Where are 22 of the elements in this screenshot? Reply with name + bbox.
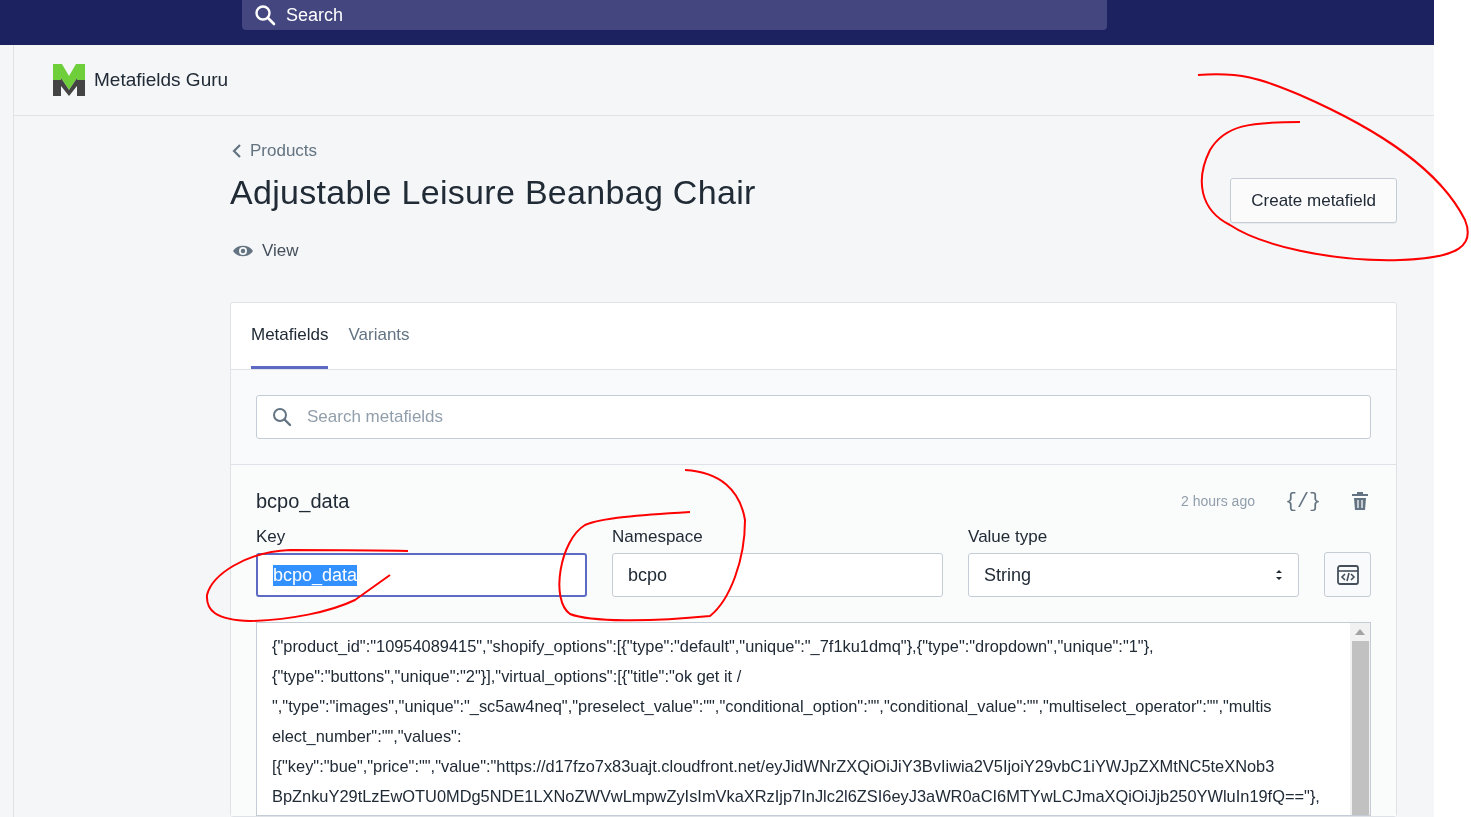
- view-link[interactable]: View: [232, 241, 299, 261]
- app-name: Metafields Guru: [94, 69, 229, 91]
- search-field[interactable]: Search metafields: [256, 395, 1371, 439]
- tab[interactable]: Variants: [348, 303, 410, 369]
- page-title: Adjustable Leisure Beanbag Chair: [230, 173, 756, 212]
- value-text-line: [{"key":"bue","price":"","value":"https://d17fzo7x83uajt.cloudfront.net/eyJidWNrZXQiOiJiY3BvIiwia2V5IjoiY29vbC1iYWJpZXMtNC5teXNob3: [272, 756, 1276, 777]
- value-text-line: elect_number":"","values":: [272, 726, 463, 747]
- field-label: Value type: [968, 527, 1048, 547]
- breadcrumb-link[interactable]: Products: [232, 141, 756, 161]
- field-label: Namespace: [612, 527, 703, 547]
- value-text-line: {"product_id":"10954089415","shopify_options":[{"type":"default","unique":"_7f1ku1dmq"},{"type":"dropdown","unique":"1"},: [272, 636, 1155, 657]
- value-text-line: ","type":"images","unique":"_sc5aw4neq","preselect_value":"","conditional_option":"","conditional_value":"","multiselect_operator":"","multis: [272, 696, 1273, 717]
- field-label: Key: [256, 527, 286, 547]
- input-field[interactable]: bcpo: [612, 553, 944, 597]
- metafield-name: bcpo_data: [256, 489, 351, 513]
- create-metafield-button[interactable]: Create metafield: [1230, 178, 1397, 223]
- value-type-select[interactable]: String: [968, 553, 1300, 597]
- code-toggle-button[interactable]: {/}: [1285, 489, 1321, 513]
- value-text-line: {"type":"buttons","unique":"2"}],"virtual_options":[{"title":"ok get it /: [272, 666, 743, 687]
- search-field[interactable]: Search: [242, 0, 1107, 30]
- updated-time: 2 hours ago: [1181, 493, 1255, 509]
- value-text-line: BpZnkuY29tLzEwOTU0MDg5NDE1LXNoZWVwLmpwZyIsImVkaXRzIjp7InJlc2l6ZSI6eyJ3aWR0aCI6MTYwLCJmaXQiOiJjb250YWluIn19fQ=="},: [272, 786, 1321, 807]
